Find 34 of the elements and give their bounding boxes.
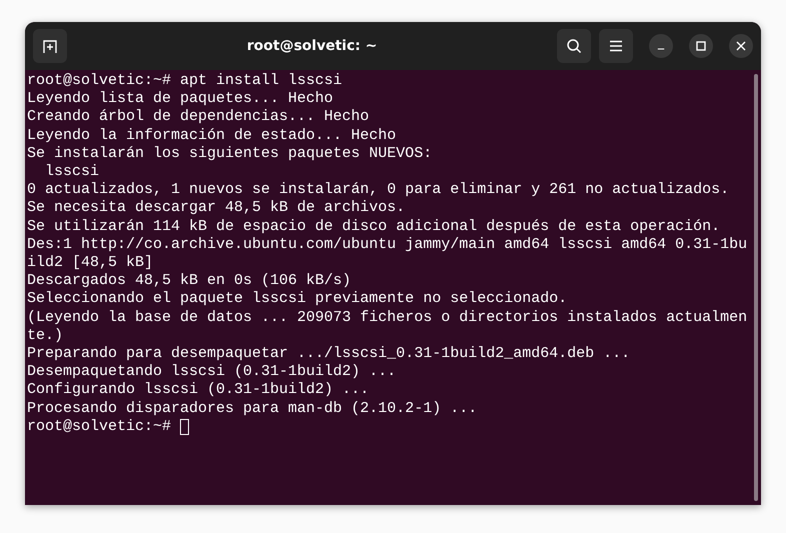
close-icon	[736, 41, 746, 51]
terminal-line: root@solvetic:~# apt install lsscsi	[27, 72, 342, 90]
text-cursor	[180, 418, 190, 435]
maximize-icon	[696, 41, 706, 51]
terminal-line: Leyendo la información de estado... Hecho	[27, 126, 396, 145]
terminal-line: Descargados 48,5 kB en 0s (106 kB/s)	[27, 272, 352, 290]
maximize-button[interactable]	[689, 34, 713, 58]
terminal-line: te.)	[27, 326, 64, 346]
new-tab-button[interactable]	[33, 29, 67, 63]
new-tab-icon	[42, 38, 58, 54]
terminal-line: Configurando lsscsi (0.31-1build2) ...	[27, 381, 370, 400]
terminal-line: Creando árbol de dependencias... Hecho	[27, 108, 370, 127]
terminal-line: ild2 [48,5 kB]	[27, 254, 154, 272]
terminal-line: Seleccionando el paquete lsscsi previamente no seleccionado.	[27, 290, 568, 309]
window-title: root@solvetic: ~	[246, 38, 378, 54]
menu-icon	[609, 40, 623, 52]
terminal-line: Preparando para desempaquetar .../lsscsi_0.31-1build2_amd64.deb ...	[27, 345, 630, 364]
terminal-line: lsscsi	[44, 163, 100, 182]
search-button[interactable]	[557, 29, 591, 63]
terminal-line: (Leyendo la base de datos ... 209073 ficheros o directorios instalados actualmen	[27, 308, 748, 327]
scrollbar-thumb[interactable]	[754, 74, 758, 501]
minimize-icon	[657, 48, 665, 50]
menu-button[interactable]	[599, 29, 633, 63]
search-icon	[566, 38, 582, 54]
terminal-line: Des:1 http://co.archive.ubuntu.com/ubuntu jammy/main amd64 lsscsi amd64 0.31-1bu	[27, 236, 748, 254]
terminal-prompt: root@solvetic:~#	[27, 418, 172, 436]
terminal-line: Se instalarán los siguientes paquetes NUEVOS:	[27, 144, 432, 164]
terminal-line: Se utilizarán 114 kB de espacio de disco adicional después de esta operación.	[27, 218, 720, 236]
terminal-line: Desempaquetando lsscsi (0.31-1build2) ...	[27, 363, 396, 382]
terminal-line: Leyendo lista de paquetes... Hecho	[27, 90, 334, 108]
terminal-line: 0 actualizados, 1 nuevos se instalarán, 0 para eliminar y 261 no actualizados.	[27, 181, 730, 200]
terminal-line: Procesando disparadores para man-db (2.10.2-1) ...	[27, 400, 478, 418]
close-button[interactable]	[729, 34, 753, 58]
terminal-line: Se necesita descargar 48,5 kB de archivos.	[27, 199, 406, 218]
